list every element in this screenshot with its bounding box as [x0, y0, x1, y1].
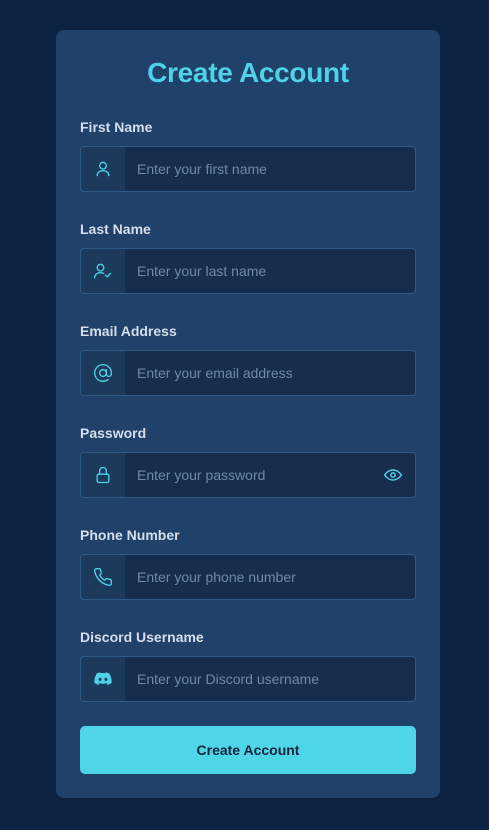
at-sign-icon [81, 351, 125, 395]
page-title: Create Account [147, 57, 349, 88]
discord-input-group [80, 656, 416, 702]
discord-icon [81, 657, 125, 701]
last-name-label: Last Name [80, 221, 151, 237]
first-name-field: First Name [80, 119, 416, 192]
last-name-input[interactable] [125, 249, 415, 293]
first-name-label: First Name [80, 119, 153, 135]
last-name-field: Last Name [80, 221, 416, 294]
email-field: Email Address [80, 323, 416, 396]
phone-label: Phone Number [80, 527, 180, 543]
phone-field: Phone Number [80, 527, 416, 600]
user-icon [81, 147, 125, 191]
phone-icon [81, 555, 125, 599]
lock-icon [81, 453, 125, 497]
first-name-input[interactable] [125, 147, 415, 191]
last-name-input-group [80, 248, 416, 294]
password-label: Password [80, 425, 147, 441]
password-field: Password [80, 425, 416, 498]
discord-field: Discord Username [80, 629, 416, 702]
email-label: Email Address [80, 323, 177, 339]
first-name-input-group [80, 146, 416, 192]
password-input-group [80, 452, 416, 498]
signup-card: Create Account First Name Last Name Emai… [56, 30, 440, 798]
discord-input[interactable] [125, 657, 415, 701]
eye-icon[interactable] [371, 453, 415, 497]
discord-label: Discord Username [80, 629, 204, 645]
user-check-icon [81, 249, 125, 293]
email-input-group [80, 350, 416, 396]
email-input[interactable] [125, 351, 415, 395]
create-account-button[interactable]: Create Account [80, 726, 416, 774]
password-input[interactable] [125, 453, 371, 497]
phone-input-group [80, 554, 416, 600]
phone-input[interactable] [125, 555, 415, 599]
